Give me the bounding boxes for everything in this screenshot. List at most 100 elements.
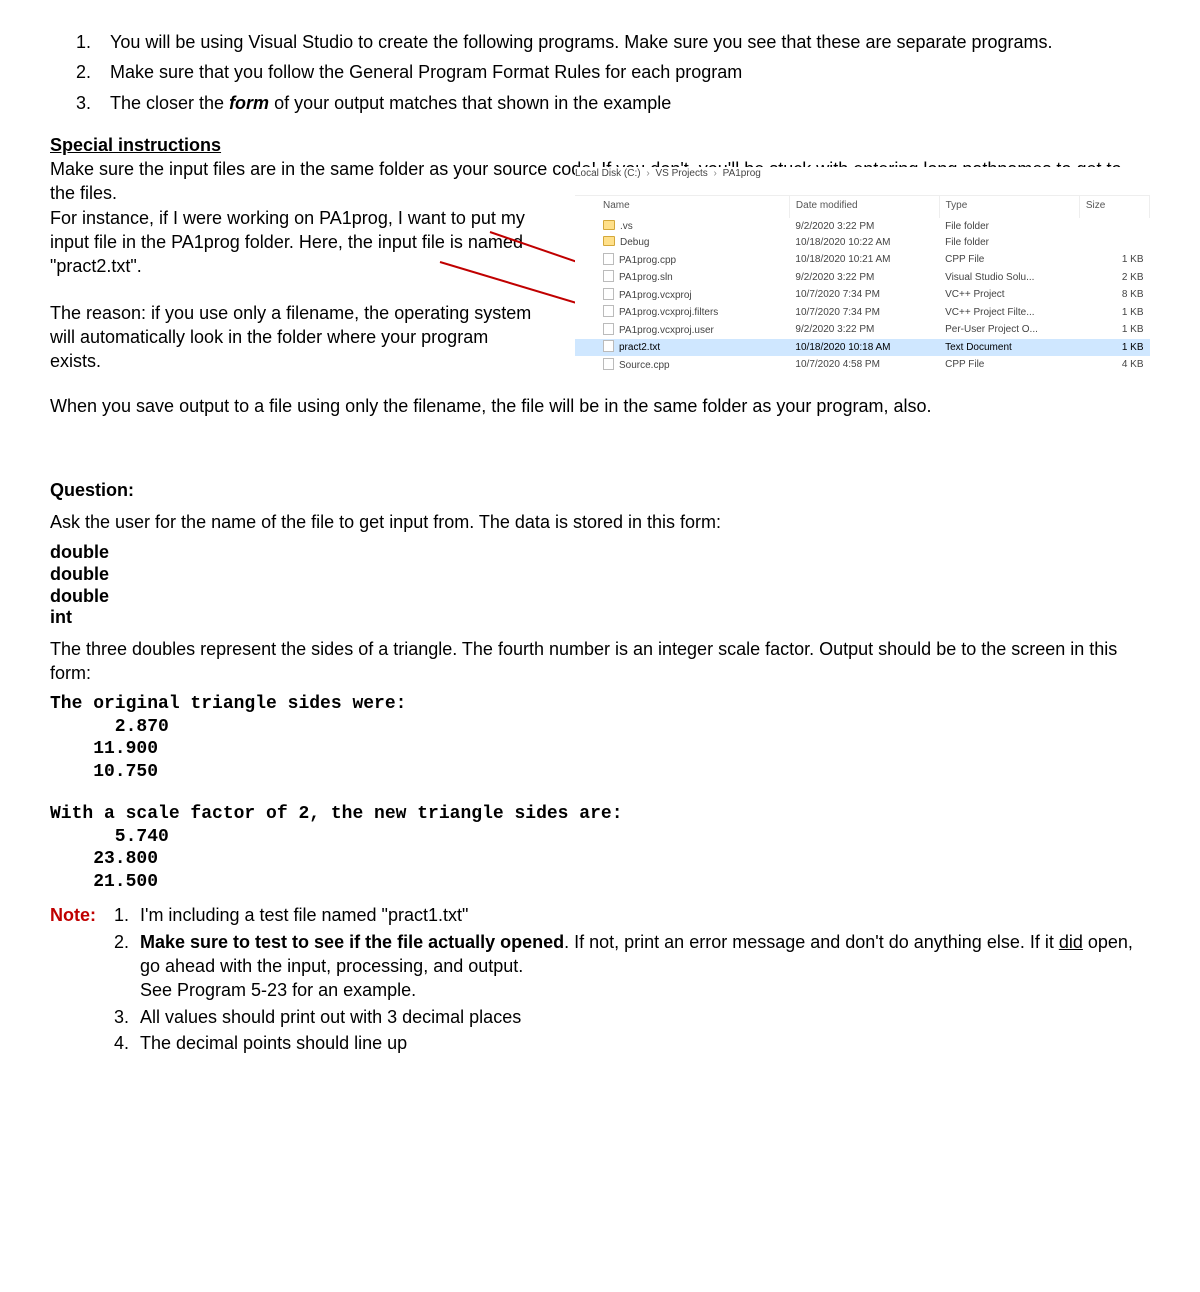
data-type-line: double (50, 564, 1150, 586)
file-name: .vs (620, 221, 633, 232)
table-row[interactable]: PA1prog.vcxproj.user 9/2/2020 3:22 PMPer-… (575, 321, 1150, 339)
instruction-2: Make sure that you follow the General Pr… (96, 60, 1150, 84)
instruction-3: The closer the form of your output match… (96, 91, 1150, 115)
data-type-line: double (50, 542, 1150, 564)
chevron-right-icon: › (646, 168, 649, 179)
crumb: Local Disk (C:) (575, 168, 641, 179)
file-date: 10/18/2020 10:18 AM (789, 339, 939, 357)
file-icon (603, 323, 614, 335)
crumb: VS Projects (655, 168, 707, 179)
table-row[interactable]: Source.cpp 10/7/2020 4:58 PMCPP File4 KB (575, 356, 1150, 374)
file-name: pract2.txt (619, 342, 660, 353)
file-size (1079, 235, 1149, 252)
file-explorer-panel: Local Disk (C:) › VS Projects › PA1prog … (575, 167, 1150, 374)
question-ask: Ask the user for the name of the file to… (50, 510, 1150, 534)
question-explain: The three doubles represent the sides of… (50, 637, 1150, 686)
file-type: CPP File (939, 251, 1079, 269)
special-para-2: For instance, if I were working on PA1pr… (50, 206, 540, 279)
folder-icon (603, 236, 615, 246)
file-icon (603, 358, 614, 370)
instructions-list: You will be using Visual Studio to creat… (50, 30, 1150, 115)
reason-para: The reason: if you use only a filename, … (50, 301, 540, 374)
file-name: Debug (620, 237, 649, 248)
chevron-right-icon: › (714, 168, 717, 179)
file-size: 4 KB (1079, 356, 1149, 374)
table-row[interactable]: PA1prog.vcxproj.filters 10/7/2020 7:34 PM… (575, 304, 1150, 322)
file-size: 1 KB (1079, 339, 1149, 357)
emphasis: form (229, 93, 269, 113)
crumb: PA1prog (723, 168, 761, 179)
file-name: PA1prog.vcxproj.user (619, 325, 714, 336)
file-size: 2 KB (1079, 269, 1149, 287)
table-row[interactable]: PA1prog.vcxproj 10/7/2020 7:34 PMVC++ Pro… (575, 286, 1150, 304)
file-icon (603, 270, 614, 282)
file-date: 9/2/2020 3:22 PM (789, 218, 939, 235)
file-name: PA1prog.vcxproj.filters (619, 307, 718, 318)
file-table: Name Date modified Type Size .vs 9/2/2020… (575, 195, 1150, 374)
file-size (1079, 218, 1149, 235)
text: of your output matches that shown in the… (269, 93, 671, 113)
file-name: PA1prog.cpp (619, 255, 676, 266)
folder-icon (603, 220, 615, 230)
special-instructions-block: Make sure the input files are in the sam… (50, 157, 1150, 373)
table-row[interactable]: .vs 9/2/2020 3:22 PMFile folder (575, 218, 1150, 235)
file-date: 10/7/2020 7:34 PM (789, 286, 939, 304)
col-date[interactable]: Date modified (789, 195, 939, 218)
note-label: Note: (50, 903, 96, 1057)
data-format-block: doubledoubledoubleint (50, 542, 1150, 628)
bold-text: Make sure to test to see if the file act… (140, 932, 564, 952)
file-size: 1 KB (1079, 321, 1149, 339)
file-name: PA1prog.vcxproj (619, 290, 692, 301)
file-type: VC++ Project Filte... (939, 304, 1079, 322)
data-type-line: int (50, 607, 1150, 629)
file-icon (603, 340, 614, 352)
file-size: 8 KB (1079, 286, 1149, 304)
file-date: 9/2/2020 3:22 PM (789, 321, 939, 339)
table-row[interactable]: PA1prog.cpp 10/18/2020 10:21 AMCPP File1 … (575, 251, 1150, 269)
save-output-para: When you save output to a file using onl… (50, 394, 1150, 418)
file-type: File folder (939, 235, 1079, 252)
file-size: 1 KB (1079, 251, 1149, 269)
breadcrumb: Local Disk (C:) › VS Projects › PA1prog (575, 167, 1150, 181)
note-item-4: The decimal points should line up (134, 1031, 1150, 1055)
file-icon (603, 253, 614, 265)
file-type: VC++ Project (939, 286, 1079, 304)
question-heading: Question: (50, 478, 1150, 502)
file-date: 10/7/2020 7:34 PM (789, 304, 939, 322)
file-size: 1 KB (1079, 304, 1149, 322)
sample-output-1: The original triangle sides were: 2.870 … (50, 693, 1150, 783)
file-type: Per-User Project O... (939, 321, 1079, 339)
file-type: CPP File (939, 356, 1079, 374)
sample-output-2: With a scale factor of 2, the new triang… (50, 803, 1150, 893)
file-name: Source.cpp (619, 360, 670, 371)
data-type-line: double (50, 586, 1150, 608)
note-item-3: All values should print out with 3 decim… (134, 1005, 1150, 1029)
file-date: 10/7/2020 4:58 PM (789, 356, 939, 374)
text: The closer the (110, 93, 229, 113)
file-date: 10/18/2020 10:22 AM (789, 235, 939, 252)
special-instructions-heading: Special instructions (50, 133, 1150, 157)
table-row[interactable]: Debug 10/18/2020 10:22 AMFile folder (575, 235, 1150, 252)
text: See Program 5-23 for an example. (140, 980, 416, 1000)
instruction-1: You will be using Visual Studio to creat… (96, 30, 1150, 54)
file-icon (603, 305, 614, 317)
text: . If not, print an error message and don… (564, 932, 1059, 952)
file-date: 10/18/2020 10:21 AM (789, 251, 939, 269)
file-type: Visual Studio Solu... (939, 269, 1079, 287)
col-name[interactable]: Name (575, 195, 789, 218)
col-size[interactable]: Size (1079, 195, 1149, 218)
table-header-row: Name Date modified Type Size (575, 195, 1150, 218)
col-type[interactable]: Type (939, 195, 1079, 218)
note-item-1: I'm including a test file named "pract1.… (134, 903, 1150, 927)
file-date: 9/2/2020 3:22 PM (789, 269, 939, 287)
note-block: Note: I'm including a test file named "p… (50, 903, 1150, 1057)
table-row[interactable]: pract2.txt 10/18/2020 10:18 AMText Docume… (575, 339, 1150, 357)
note-list: I'm including a test file named "pract1.… (106, 903, 1150, 1057)
file-name: PA1prog.sln (619, 272, 673, 283)
underlined-text: did (1059, 932, 1083, 952)
note-item-2: Make sure to test to see if the file act… (134, 930, 1150, 1003)
file-icon (603, 288, 614, 300)
table-row[interactable]: PA1prog.sln 9/2/2020 3:22 PMVisual Studio… (575, 269, 1150, 287)
file-type: Text Document (939, 339, 1079, 357)
file-type: File folder (939, 218, 1079, 235)
